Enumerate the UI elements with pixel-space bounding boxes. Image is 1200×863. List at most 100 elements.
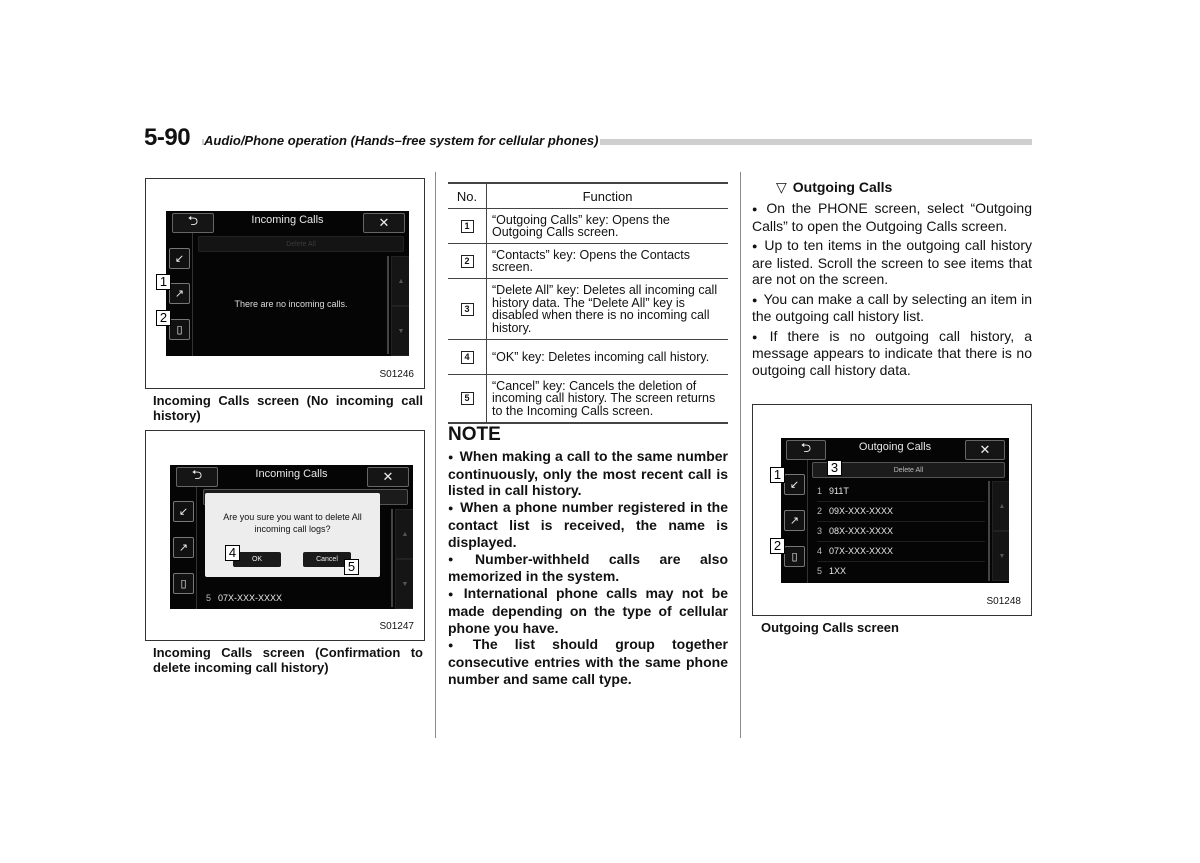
back-button[interactable]: ⮌ [172, 213, 214, 233]
row-no-cell: 3 [448, 278, 487, 340]
number-badge: 2 [460, 255, 474, 268]
row-index: 2 [817, 506, 823, 516]
close-button[interactable]: ✕ [965, 440, 1005, 460]
scroll-down-button[interactable]: ▼ [992, 531, 1009, 581]
delete-all-button[interactable]: Delete All [198, 236, 404, 252]
table-row: 1 “Outgoing Calls” key: Opens the Outgoi… [448, 208, 728, 244]
row-index: 1 [817, 486, 823, 496]
close-button[interactable]: ✕ [367, 467, 409, 487]
header-no: No. [448, 182, 487, 209]
callout-2: 2 [770, 538, 785, 554]
outgoing-calls-key[interactable]: ↗ [169, 283, 190, 304]
back-icon: ⮌ [191, 467, 203, 482]
table-row: 5 “Cancel” key: Cancels the deletion of … [448, 374, 728, 424]
table-row: 2 “Contacts” key: Opens the Contacts scr… [448, 243, 728, 279]
bullet-icon: ● [448, 588, 458, 599]
dialog-message-line1: Are you sure you want to delete All [223, 512, 362, 522]
close-button[interactable]: ✕ [363, 213, 405, 233]
figure-caption: Outgoing Calls screen [761, 620, 899, 635]
incoming-calls-key[interactable]: ↙ [784, 474, 805, 495]
side-bar: ↙ ↗ ▯ [170, 487, 197, 609]
close-icon: ✕ [979, 442, 991, 457]
row-function: “Contacts” key: Opens the Contacts scree… [486, 243, 728, 279]
scroll-down-button[interactable]: ▼ [391, 306, 409, 356]
header-function: Function [486, 182, 728, 209]
figure-confirm-delete: ⮌ Incoming Calls ✕ ↙ ↗ ▯ Delete All ▲ ▼ … [145, 430, 425, 641]
device-screen: ⮌ Outgoing Calls ✕ ↙ ↗ ▯ Delete All ▲ ▼ … [781, 438, 1009, 583]
body-text: Up to ten items in the outgoing call his… [752, 237, 1033, 288]
contacts-key[interactable]: ▯ [784, 546, 805, 567]
scroll-up-button[interactable]: ▲ [395, 509, 413, 559]
bullet-icon: ● [752, 294, 758, 305]
bullet-icon: ● [448, 554, 470, 565]
incoming-call-icon: ↙ [178, 506, 189, 518]
list-item[interactable]: 3 08X-XXX-XXXX [817, 521, 985, 542]
row-index: 5 [206, 593, 212, 603]
heading-text: Outgoing Calls [792, 179, 893, 195]
back-button[interactable]: ⮌ [176, 467, 218, 487]
row-no-cell: 4 [448, 339, 487, 375]
note-text: When a phone number registered in the co… [448, 499, 729, 550]
empty-message: There are no incoming calls. [234, 299, 348, 309]
note-text: The list should group together consecuti… [448, 636, 729, 687]
row-number: 07X-XXX-XXXX [829, 546, 894, 556]
figure-id: S01247 [379, 621, 414, 632]
scrollbar[interactable] [391, 509, 393, 607]
outgoing-call-icon: ↗ [174, 288, 185, 300]
outgoing-call-icon: ↗ [789, 515, 800, 527]
note-list: ● When making a call to the same number c… [448, 448, 728, 688]
row-function: “OK” key: Deletes incoming call history. [486, 339, 728, 375]
back-icon: ⮌ [800, 440, 812, 455]
scroll-up-button[interactable]: ▲ [391, 256, 409, 306]
column-divider [435, 172, 436, 738]
scroll-up-button[interactable]: ▲ [992, 481, 1009, 531]
outgoing-call-icon: ↗ [178, 542, 189, 554]
body-text: On the PHONE screen, select “Outgoing Ca… [752, 200, 1032, 234]
section-title-text: Audio/Phone operation (Hands–free system… [204, 133, 601, 148]
list-item[interactable]: 5 1XX [817, 561, 985, 581]
incoming-call-icon: ↙ [174, 253, 185, 265]
body-text: If there is no outgoing call history, a … [752, 327, 1032, 378]
row-number: 08X-XXX-XXXX [829, 526, 894, 536]
scroll-down-button[interactable]: ▼ [395, 559, 413, 609]
row-index: 5 [817, 566, 823, 576]
scrollbar[interactable] [988, 481, 990, 581]
note-item: ● International phone calls may not be ma… [448, 585, 728, 636]
incoming-call-icon: ↙ [789, 479, 800, 491]
note-item: ● When a phone number registered in the c… [448, 499, 728, 550]
bullet-icon: ● [448, 640, 467, 651]
back-button[interactable]: ⮌ [786, 440, 826, 460]
list-item[interactable]: 1 911T [817, 481, 985, 502]
callout-1: 1 [770, 467, 785, 483]
number-badge: 3 [460, 303, 474, 316]
number-badge: 1 [460, 220, 474, 233]
side-bar: ↙ ↗ ▯ [166, 233, 193, 356]
note-item: ● The list should group together consecut… [448, 636, 728, 687]
dialog-message: Are you sure you want to delete All inco… [205, 511, 380, 535]
dialog-message-line2: incoming call logs? [254, 524, 331, 534]
body-item: ● If there is no outgoing call history, a… [752, 328, 1032, 379]
table-row: 4 “OK” key: Deletes incoming call histor… [448, 339, 728, 375]
callout-1: 1 [156, 274, 171, 290]
ok-button[interactable]: OK [233, 552, 281, 567]
column-divider [740, 172, 741, 738]
back-icon: ⮌ [187, 213, 199, 228]
outgoing-calls-key[interactable]: ↗ [784, 510, 805, 531]
list-item[interactable]: 5 07X-XXX-XXXX [206, 588, 386, 608]
device-screen: ⮌ Incoming Calls ✕ ↙ ↗ ▯ Delete All ▲ ▼ … [170, 465, 413, 609]
contacts-key[interactable]: ▯ [173, 573, 194, 594]
incoming-calls-key[interactable]: ↙ [169, 248, 190, 269]
close-icon: ✕ [378, 215, 390, 230]
outgoing-calls-key[interactable]: ↗ [173, 537, 194, 558]
page-number: 5-90 [144, 124, 191, 151]
contacts-key[interactable]: ▯ [169, 319, 190, 340]
scrollbar[interactable] [387, 256, 389, 354]
outgoing-calls-heading: ▽ Outgoing Calls [776, 179, 892, 196]
list-item[interactable]: 2 09X-XXX-XXXX [817, 501, 985, 522]
incoming-calls-key[interactable]: ↙ [173, 501, 194, 522]
figure-outgoing-calls: ⮌ Outgoing Calls ✕ ↙ ↗ ▯ Delete All ▲ ▼ … [752, 404, 1032, 616]
function-table: No. Function 1 “Outgoing Calls” key: Ope… [448, 182, 728, 424]
list-item[interactable]: 4 07X-XXX-XXXX [817, 541, 985, 562]
note-text: Number-withheld calls are also memorized… [448, 550, 729, 585]
row-number: 1XX [829, 566, 847, 576]
